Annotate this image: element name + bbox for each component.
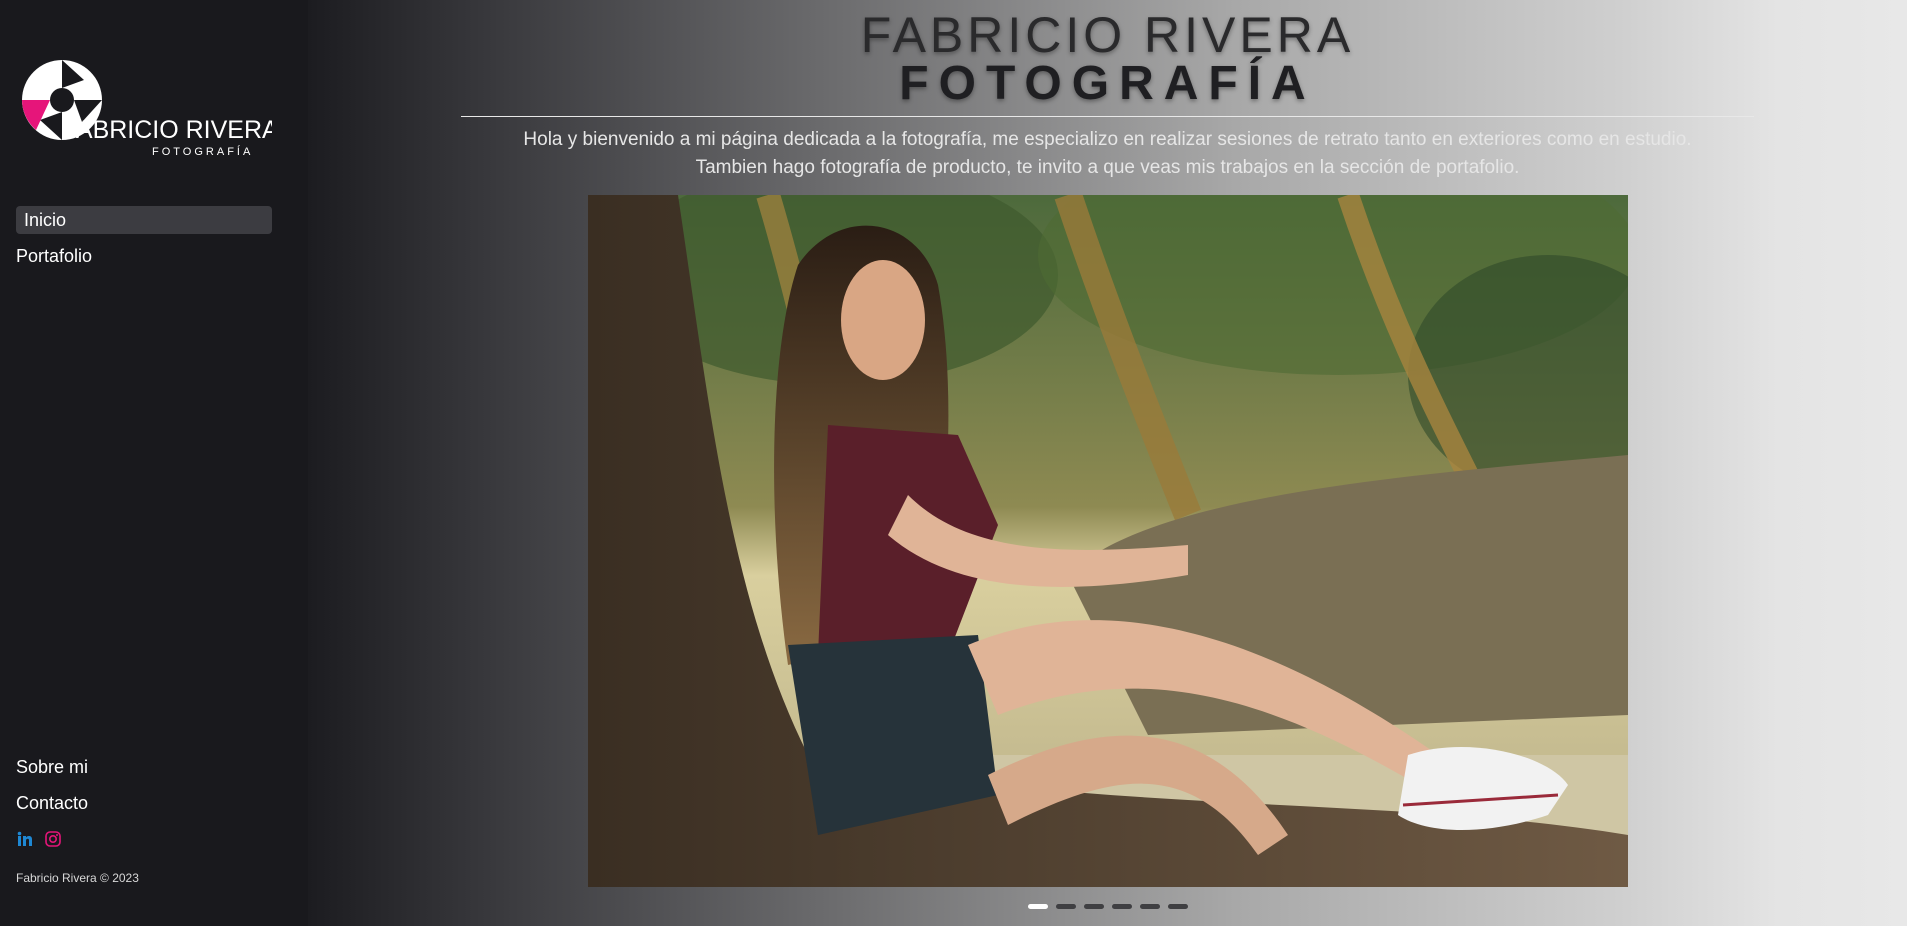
carousel-image[interactable]	[588, 195, 1628, 887]
carousel-indicators	[1028, 904, 1188, 909]
page-subtitle: FOTOGRAFÍA	[899, 57, 1316, 110]
copyright-text: Fabricio Rivera © 2023	[16, 871, 139, 885]
carousel-dot-4[interactable]	[1112, 904, 1132, 909]
site-logo[interactable]: FABRICIO RIVERA FOTOGRAFÍA	[22, 60, 279, 160]
intro-line-2: Tambien hago fotografía de producto, te …	[695, 157, 1520, 178]
carousel-dot-5[interactable]	[1140, 904, 1160, 909]
intro-line-1: Hola y bienvenido a mi página dedicada a…	[523, 129, 1692, 150]
main-content: FABRICIO RIVERA FOTOGRAFÍA Hola y bienve…	[308, 0, 1907, 926]
main-nav: Inicio Portafolio	[16, 206, 272, 278]
carousel-dot-2[interactable]	[1056, 904, 1076, 909]
logo-tagline: FOTOGRAFÍA	[152, 145, 253, 158]
nav-item-sobre-mi[interactable]: Sobre mi	[16, 753, 272, 781]
carousel-dot-3[interactable]	[1084, 904, 1104, 909]
instagram-icon[interactable]	[44, 830, 62, 848]
title-divider	[461, 116, 1754, 117]
intro-text: Hola y bienvenido a mi página dedicada a…	[308, 126, 1907, 182]
nav-item-inicio[interactable]: Inicio	[16, 206, 272, 234]
linkedin-icon[interactable]	[16, 830, 34, 848]
nav-item-portafolio[interactable]: Portafolio	[16, 242, 272, 270]
carousel-dot-6[interactable]	[1168, 904, 1188, 909]
social-links	[16, 830, 62, 848]
secondary-nav: Sobre mi Contacto	[16, 753, 272, 825]
logo-name: FABRICIO RIVERA	[62, 116, 272, 144]
sidebar: FABRICIO RIVERA FOTOGRAFÍA Inicio Portaf…	[0, 0, 308, 926]
carousel-dot-1[interactable]	[1028, 904, 1048, 909]
nav-item-contacto[interactable]: Contacto	[16, 789, 272, 817]
